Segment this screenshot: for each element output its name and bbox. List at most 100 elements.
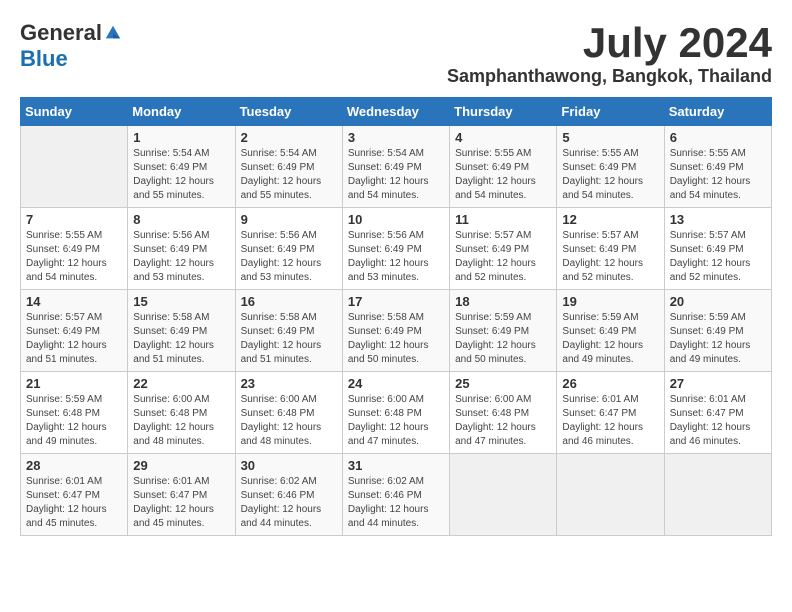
col-thursday: Thursday xyxy=(450,98,557,126)
day-info: Sunrise: 5:59 AMSunset: 6:49 PMDaylight:… xyxy=(455,311,551,367)
month-title: July 2024 xyxy=(447,20,772,66)
calendar-cell xyxy=(664,454,771,536)
day-info: Sunrise: 6:02 AMSunset: 6:46 PMDaylight:… xyxy=(241,475,337,531)
day-number: 1 xyxy=(133,130,229,145)
day-info: Sunrise: 5:54 AMSunset: 6:49 PMDaylight:… xyxy=(133,147,229,203)
day-number: 16 xyxy=(241,294,337,309)
day-number: 22 xyxy=(133,376,229,391)
calendar-header: Sunday Monday Tuesday Wednesday Thursday… xyxy=(21,98,772,126)
day-number: 9 xyxy=(241,212,337,227)
day-number: 15 xyxy=(133,294,229,309)
logo: General Blue xyxy=(20,20,122,72)
calendar-cell: 10 Sunrise: 5:56 AMSunset: 6:49 PMDayligh… xyxy=(342,208,449,290)
day-number: 27 xyxy=(670,376,766,391)
header-row: Sunday Monday Tuesday Wednesday Thursday… xyxy=(21,98,772,126)
day-number: 4 xyxy=(455,130,551,145)
day-number: 21 xyxy=(26,376,122,391)
day-info: Sunrise: 5:58 AMSunset: 6:49 PMDaylight:… xyxy=(133,311,229,367)
day-info: Sunrise: 6:01 AMSunset: 6:47 PMDaylight:… xyxy=(562,393,658,449)
day-info: Sunrise: 6:00 AMSunset: 6:48 PMDaylight:… xyxy=(133,393,229,449)
day-info: Sunrise: 6:01 AMSunset: 6:47 PMDaylight:… xyxy=(670,393,766,449)
day-number: 13 xyxy=(670,212,766,227)
calendar-cell: 21 Sunrise: 5:59 AMSunset: 6:48 PMDayligh… xyxy=(21,372,128,454)
calendar-body: 1 Sunrise: 5:54 AMSunset: 6:49 PMDaylight… xyxy=(21,126,772,536)
calendar-week-3: 21 Sunrise: 5:59 AMSunset: 6:48 PMDayligh… xyxy=(21,372,772,454)
col-tuesday: Tuesday xyxy=(235,98,342,126)
calendar-cell: 18 Sunrise: 5:59 AMSunset: 6:49 PMDayligh… xyxy=(450,290,557,372)
calendar-week-4: 28Sunrise: 6:01 AMSunset: 6:47 PMDayligh… xyxy=(21,454,772,536)
day-info: Sunrise: 5:59 AMSunset: 6:49 PMDaylight:… xyxy=(562,311,658,367)
day-number: 2 xyxy=(241,130,337,145)
day-number: 31 xyxy=(348,458,444,473)
day-number: 3 xyxy=(348,130,444,145)
day-number: 29 xyxy=(133,458,229,473)
calendar-cell: 13 Sunrise: 5:57 AMSunset: 6:49 PMDayligh… xyxy=(664,208,771,290)
logo-general-text: General xyxy=(20,20,102,46)
calendar-cell: 31 Sunrise: 6:02 AMSunset: 6:46 PMDayligh… xyxy=(342,454,449,536)
calendar-cell: 28Sunrise: 6:01 AMSunset: 6:47 PMDayligh… xyxy=(21,454,128,536)
calendar-cell: 15 Sunrise: 5:58 AMSunset: 6:49 PMDayligh… xyxy=(128,290,235,372)
day-number: 5 xyxy=(562,130,658,145)
day-info: Sunrise: 5:57 AMSunset: 6:49 PMDaylight:… xyxy=(455,229,551,285)
day-number: 20 xyxy=(670,294,766,309)
col-wednesday: Wednesday xyxy=(342,98,449,126)
day-info: Sunrise: 5:57 AMSunset: 6:49 PMDaylight:… xyxy=(670,229,766,285)
day-number: 17 xyxy=(348,294,444,309)
col-saturday: Saturday xyxy=(664,98,771,126)
day-number: 26 xyxy=(562,376,658,391)
col-monday: Monday xyxy=(128,98,235,126)
day-info: Sunrise: 5:58 AMSunset: 6:49 PMDaylight:… xyxy=(241,311,337,367)
calendar-cell: 24 Sunrise: 6:00 AMSunset: 6:48 PMDayligh… xyxy=(342,372,449,454)
calendar-cell: 26 Sunrise: 6:01 AMSunset: 6:47 PMDayligh… xyxy=(557,372,664,454)
day-number: 23 xyxy=(241,376,337,391)
calendar-cell: 16 Sunrise: 5:58 AMSunset: 6:49 PMDayligh… xyxy=(235,290,342,372)
day-info: Sunrise: 5:55 AMSunset: 6:49 PMDaylight:… xyxy=(670,147,766,203)
calendar-cell: 6 Sunrise: 5:55 AMSunset: 6:49 PMDaylight… xyxy=(664,126,771,208)
calendar-cell: 7 Sunrise: 5:55 AMSunset: 6:49 PMDaylight… xyxy=(21,208,128,290)
day-info: Sunrise: 5:59 AMSunset: 6:48 PMDaylight:… xyxy=(26,393,122,449)
day-number: 18 xyxy=(455,294,551,309)
calendar-cell xyxy=(557,454,664,536)
logo-icon xyxy=(104,24,122,42)
day-info: Sunrise: 5:55 AMSunset: 6:49 PMDaylight:… xyxy=(562,147,658,203)
day-info: Sunrise: 5:57 AMSunset: 6:49 PMDaylight:… xyxy=(26,311,122,367)
day-info: Sunrise: 6:00 AMSunset: 6:48 PMDaylight:… xyxy=(348,393,444,449)
day-number: 11 xyxy=(455,212,551,227)
day-number: 8 xyxy=(133,212,229,227)
title-section: July 2024 Samphanthawong, Bangkok, Thail… xyxy=(447,20,772,87)
day-number: 6 xyxy=(670,130,766,145)
day-info: Sunrise: 5:55 AMSunset: 6:49 PMDaylight:… xyxy=(455,147,551,203)
col-sunday: Sunday xyxy=(21,98,128,126)
day-info: Sunrise: 5:56 AMSunset: 6:49 PMDaylight:… xyxy=(348,229,444,285)
calendar-table: Sunday Monday Tuesday Wednesday Thursday… xyxy=(20,97,772,536)
calendar-cell: 4 Sunrise: 5:55 AMSunset: 6:49 PMDaylight… xyxy=(450,126,557,208)
calendar-cell: 27 Sunrise: 6:01 AMSunset: 6:47 PMDayligh… xyxy=(664,372,771,454)
day-number: 14 xyxy=(26,294,122,309)
calendar-cell: 20 Sunrise: 5:59 AMSunset: 6:49 PMDayligh… xyxy=(664,290,771,372)
day-info: Sunrise: 6:00 AMSunset: 6:48 PMDaylight:… xyxy=(241,393,337,449)
calendar-week-0: 1 Sunrise: 5:54 AMSunset: 6:49 PMDaylight… xyxy=(21,126,772,208)
day-info: Sunrise: 6:00 AMSunset: 6:48 PMDaylight:… xyxy=(455,393,551,449)
calendar-cell: 5 Sunrise: 5:55 AMSunset: 6:49 PMDaylight… xyxy=(557,126,664,208)
col-friday: Friday xyxy=(557,98,664,126)
calendar-cell: 25Sunrise: 6:00 AMSunset: 6:48 PMDayligh… xyxy=(450,372,557,454)
day-info: Sunrise: 5:54 AMSunset: 6:49 PMDaylight:… xyxy=(348,147,444,203)
day-number: 10 xyxy=(348,212,444,227)
calendar-week-2: 14 Sunrise: 5:57 AMSunset: 6:49 PMDayligh… xyxy=(21,290,772,372)
day-number: 7 xyxy=(26,212,122,227)
day-info: Sunrise: 6:02 AMSunset: 6:46 PMDaylight:… xyxy=(348,475,444,531)
day-info: Sunrise: 5:59 AMSunset: 6:49 PMDaylight:… xyxy=(670,311,766,367)
day-info: Sunrise: 5:54 AMSunset: 6:49 PMDaylight:… xyxy=(241,147,337,203)
calendar-cell: 30 Sunrise: 6:02 AMSunset: 6:46 PMDayligh… xyxy=(235,454,342,536)
day-number: 30 xyxy=(241,458,337,473)
calendar-week-1: 7 Sunrise: 5:55 AMSunset: 6:49 PMDaylight… xyxy=(21,208,772,290)
calendar-cell: 12Sunrise: 5:57 AMSunset: 6:49 PMDayligh… xyxy=(557,208,664,290)
day-number: 24 xyxy=(348,376,444,391)
calendar-cell: 19Sunrise: 5:59 AMSunset: 6:49 PMDayligh… xyxy=(557,290,664,372)
calendar-cell: 23 Sunrise: 6:00 AMSunset: 6:48 PMDayligh… xyxy=(235,372,342,454)
day-info: Sunrise: 5:56 AMSunset: 6:49 PMDaylight:… xyxy=(133,229,229,285)
day-info: Sunrise: 6:01 AMSunset: 6:47 PMDaylight:… xyxy=(133,475,229,531)
calendar-cell xyxy=(21,126,128,208)
calendar-cell: 1 Sunrise: 5:54 AMSunset: 6:49 PMDaylight… xyxy=(128,126,235,208)
day-info: Sunrise: 5:55 AMSunset: 6:49 PMDaylight:… xyxy=(26,229,122,285)
